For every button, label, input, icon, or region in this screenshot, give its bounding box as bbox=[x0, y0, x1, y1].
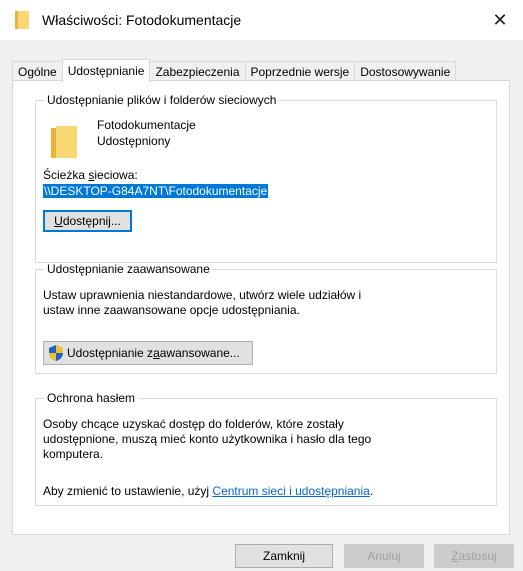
advanced-sharing-button[interactable]: Udostępnianie zaawansowane... bbox=[43, 341, 253, 365]
folder-icon bbox=[51, 126, 77, 158]
apply-button-label: Zastosuj bbox=[451, 549, 497, 563]
close-button[interactable]: Zamknij bbox=[235, 544, 333, 568]
advanced-sharing-title: Udostępnianie zaawansowane bbox=[47, 262, 210, 276]
share-status: Udostępniony bbox=[97, 134, 171, 148]
folder-name: Fotodokumentacje bbox=[97, 118, 196, 132]
advanced-sharing-button-label: Udostępnianie zaawansowane... bbox=[67, 346, 240, 360]
tab-general[interactable]: Ogólne bbox=[12, 61, 63, 81]
network-path-label: Ścieżka sieciowa: bbox=[43, 168, 138, 182]
tab-sharing[interactable]: Udostępnianie bbox=[61, 59, 151, 82]
tab-previous-versions[interactable]: Poprzednie wersje bbox=[244, 61, 356, 81]
password-protection-group: Ochrona hasłem Osoby chcące uzyskać dost… bbox=[35, 391, 497, 506]
folder-icon bbox=[15, 11, 29, 29]
network-sharing-title: Udostępnianie plików i folderów sieciowy… bbox=[47, 93, 277, 107]
share-button[interactable]: Udostępnij... bbox=[43, 210, 132, 232]
dialog-button-bar: Zamknij Anuluj Zastosuj bbox=[0, 535, 523, 571]
share-button-label: Udostępnij... bbox=[54, 214, 121, 228]
tab-strip: Ogólne Udostępnianie Zabezpieczenia Popr… bbox=[12, 59, 457, 82]
network-sharing-center-link[interactable]: Centrum sieci i udostępniania bbox=[212, 484, 369, 498]
change-setting-text: Aby zmienić to ustawienie, użyj Centrum … bbox=[43, 484, 374, 498]
apply-button[interactable]: Zastosuj bbox=[434, 544, 514, 568]
close-window-button[interactable]: ✕ bbox=[477, 0, 523, 40]
tab-panel-sharing: Udostępnianie plików i folderów sieciowy… bbox=[12, 80, 510, 535]
advanced-sharing-group: Udostępnianie zaawansowane Ustaw uprawni… bbox=[35, 262, 497, 374]
password-protection-description: Osoby chcące uzyskać dostęp do folderów,… bbox=[43, 417, 372, 461]
window-title: Właściwości: Fotodokumentacje bbox=[42, 12, 242, 28]
close-icon: ✕ bbox=[492, 9, 508, 30]
advanced-sharing-description: Ustaw uprawnienia niestandardowe, utwórz… bbox=[43, 288, 362, 317]
cancel-button[interactable]: Anuluj bbox=[344, 544, 424, 568]
network-sharing-group: Udostępnianie plików i folderów sieciowy… bbox=[35, 93, 497, 263]
password-protection-title: Ochrona hasłem bbox=[47, 391, 136, 405]
tab-customize[interactable]: Dostosowywanie bbox=[354, 61, 457, 81]
uac-shield-icon bbox=[49, 345, 63, 361]
tab-security[interactable]: Zabezpieczenia bbox=[149, 61, 246, 81]
network-path-value[interactable]: \\DESKTOP-G84A7NT\Fotodokumentacje bbox=[43, 184, 269, 198]
title-bar: Właściwości: Fotodokumentacje ✕ bbox=[0, 0, 523, 40]
